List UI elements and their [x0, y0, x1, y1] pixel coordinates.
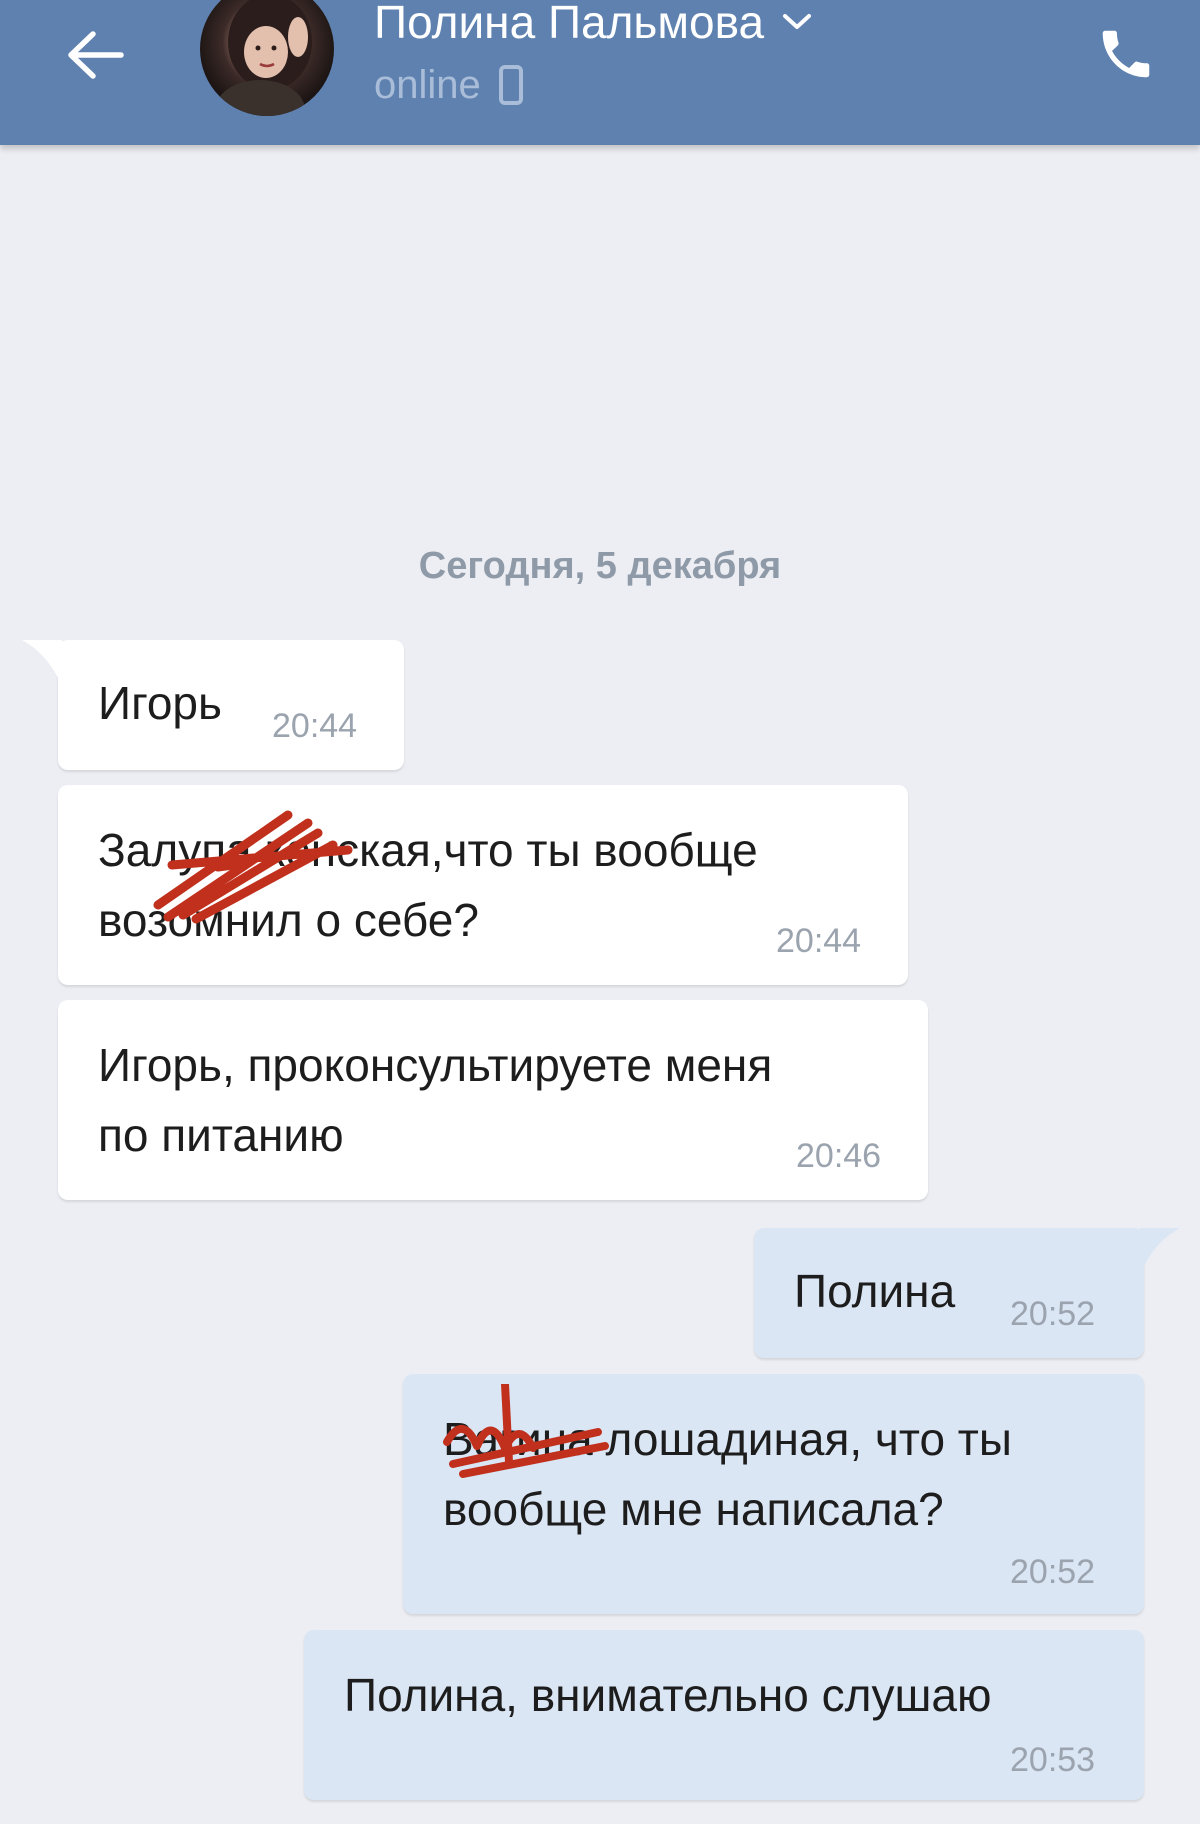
- mobile-phone-icon: [498, 65, 523, 105]
- contact-avatar[interactable]: [200, 0, 334, 116]
- message-time: 20:44: [776, 922, 862, 960]
- message-text-line: Игорь, проконсультируете меня: [98, 1039, 773, 1091]
- chevron-down-icon: [783, 14, 812, 29]
- back-button[interactable]: [60, 20, 130, 90]
- message-text-line: по питанию: [98, 1109, 344, 1161]
- message-text-line: Вагина лошадиная, что ты: [443, 1413, 1012, 1465]
- message-text: Полина, внимательно слушаю: [344, 1669, 992, 1721]
- message-text-line: Залупа конская,что ты вообще: [98, 824, 758, 876]
- bubble-tail: [22, 640, 62, 686]
- message-text: Игорь: [98, 677, 222, 729]
- message-bubble[interactable]: Полина, внимательно слушаю 20:53: [304, 1630, 1144, 1800]
- phone-icon: [1102, 30, 1150, 78]
- message-text-line: вообще мне написала?: [443, 1483, 944, 1535]
- status-text: online: [374, 62, 481, 107]
- contact-name-text: Полина Пальмова: [374, 0, 765, 48]
- message-bubble[interactable]: Вагина лошадиная, что ты вообще мне напи…: [403, 1374, 1144, 1614]
- contact-name[interactable]: Полина Пальмова: [374, 0, 812, 52]
- chat-header: Полина Пальмова online: [0, 0, 1200, 145]
- message-bubble[interactable]: Полина 20:52: [754, 1228, 1180, 1358]
- arrow-left-icon: [68, 31, 124, 79]
- contact-status: online: [374, 60, 523, 110]
- message-time: 20:44: [272, 707, 358, 745]
- message-bubble[interactable]: Игорь, проконсультируете меня по питанию…: [58, 1000, 928, 1200]
- message-text: Полина: [794, 1265, 956, 1317]
- message-text-line: возомнил о себе?: [98, 894, 479, 946]
- message-time: 20:52: [1010, 1295, 1096, 1333]
- message-time: 20:46: [796, 1137, 882, 1175]
- bubble-tail: [1140, 1228, 1180, 1274]
- call-button[interactable]: [1086, 14, 1166, 94]
- date-divider: Сегодня, 5 декабря: [418, 545, 782, 587]
- message-time: 20:53: [1010, 1741, 1096, 1779]
- message-bubble[interactable]: Игорь 20:44: [22, 640, 404, 770]
- message-bubble[interactable]: Залупа конская,что ты вообще возомнил о …: [58, 785, 908, 985]
- message-time: 20:52: [1010, 1553, 1096, 1591]
- avatar-photo: [215, 0, 312, 116]
